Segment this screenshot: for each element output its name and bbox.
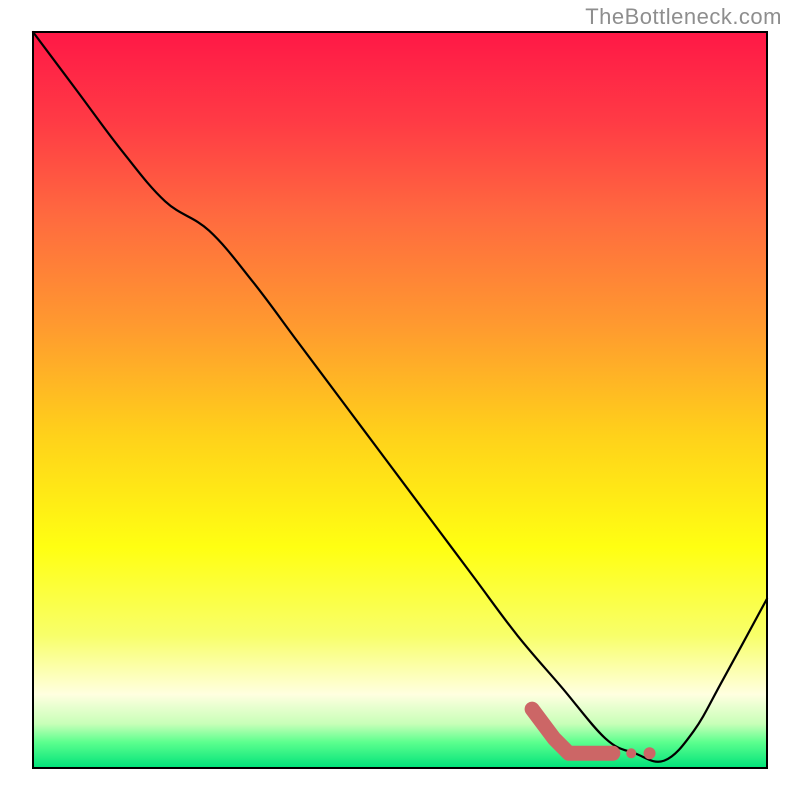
chart-stage: TheBottleneck.com <box>0 0 800 800</box>
chart-svg <box>0 0 800 800</box>
selection-marker-dot <box>644 747 656 759</box>
selection-marker-dot <box>626 748 636 758</box>
watermark-text: TheBottleneck.com <box>585 4 782 30</box>
chart-background <box>33 32 767 768</box>
